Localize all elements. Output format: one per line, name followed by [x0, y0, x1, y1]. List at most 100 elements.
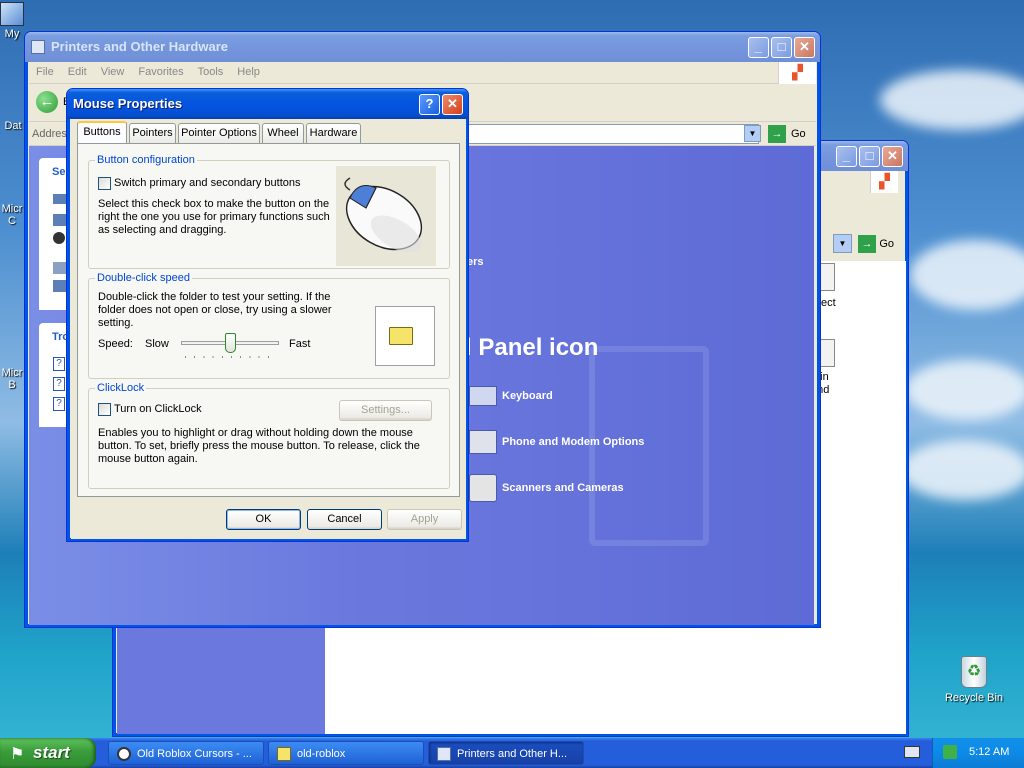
windows-logo-icon: ▞ — [778, 62, 816, 84]
computer-icon — [0, 2, 24, 26]
main-window-titlebar[interactable]: Printers and Other Hardware _ □ ✕ — [25, 32, 820, 62]
system-tray: 5:12 AM — [932, 738, 1024, 768]
desktop-icon-microsoft-1[interactable]: Micr C — [0, 203, 24, 227]
windows-logo-icon: ▞ — [870, 171, 898, 193]
close-icon[interactable]: ✕ — [794, 37, 815, 58]
desktop-icon-microsoft-2[interactable]: Micr B — [0, 367, 24, 391]
clicklock-checkbox[interactable] — [98, 403, 111, 416]
desktop-icon-data[interactable]: Dat — [2, 120, 24, 132]
taskbar-item-roblox-cursors[interactable]: Old Roblox Cursors - ... — [108, 741, 264, 765]
dialog-titlebar[interactable]: Mouse Properties ? ✕ — [67, 89, 468, 119]
tab-wheel[interactable]: Wheel — [262, 123, 304, 143]
tab-page-buttons: Button configuration Switch primary and … — [77, 143, 460, 497]
mouse-image-icon — [344, 177, 423, 253]
folder-icon[interactable] — [389, 327, 413, 345]
apply-button[interactable]: Apply — [387, 509, 462, 530]
checkbox-label[interactable]: Turn on ClickLock — [114, 403, 202, 416]
tab-pointer-options[interactable]: Pointer Options — [178, 123, 260, 143]
menu-edit[interactable]: Edit — [61, 62, 94, 82]
start-button[interactable]: ⚑ start — [0, 738, 96, 768]
menu-help[interactable]: Help — [230, 62, 267, 82]
button-config-description: Select this check box to make the button… — [98, 198, 330, 236]
item-label[interactable]: ect — [821, 297, 836, 310]
close-icon[interactable]: ✕ — [882, 146, 903, 167]
tab-hardware[interactable]: Hardware — [306, 123, 361, 143]
cancel-button[interactable]: Cancel — [307, 509, 382, 530]
address-dropdown-icon[interactable]: ▼ — [744, 125, 761, 142]
menu-view[interactable]: View — [94, 62, 132, 82]
task-icon — [53, 214, 67, 226]
menu-favorites[interactable]: Favorites — [131, 62, 190, 82]
folder-icon — [277, 747, 291, 761]
button-configuration-group: Button configuration Switch primary and … — [88, 154, 450, 269]
menu-file[interactable]: File — [29, 62, 61, 82]
go-label[interactable]: Go — [791, 128, 806, 141]
slow-label: Slow — [145, 338, 169, 350]
recycle-bin-icon: ♻ — [961, 656, 987, 688]
panel-section-title: Se — [52, 166, 66, 178]
task-icon — [53, 262, 67, 274]
maximize-icon[interactable]: □ — [771, 37, 792, 58]
windows-flag-icon: ⚑ — [10, 746, 25, 763]
speed-label: Speed: — [98, 338, 133, 350]
menu-tools[interactable]: Tools — [191, 62, 231, 82]
scanner-camera-icon — [469, 474, 497, 502]
panel-icon-heading: l Panel icon — [465, 334, 599, 361]
group-caption: Double-click speed — [95, 272, 192, 284]
desktop-icon-label: Dat — [4, 120, 22, 132]
clicklock-group: ClickLock Turn on ClickLock Settings... … — [88, 382, 450, 489]
group-caption: Button configuration — [95, 154, 197, 166]
checkbox-label[interactable]: Switch primary and secondary buttons — [114, 177, 300, 190]
cp-item-keyboard[interactable]: Keyboard — [502, 390, 553, 402]
close-icon[interactable]: ✕ — [442, 94, 463, 115]
phone-modem-icon — [469, 430, 497, 454]
keyboard-tray-icon[interactable] — [904, 746, 920, 758]
help-icon[interactable]: ? — [53, 377, 65, 391]
cloud — [900, 440, 1024, 500]
taskbar-item-old-roblox[interactable]: old-roblox — [268, 741, 424, 765]
desktop-icon-label: Micr B — [1, 367, 23, 391]
slider-ticks — [185, 356, 277, 358]
minimize-icon[interactable]: _ — [748, 37, 769, 58]
printer-icon — [437, 747, 451, 761]
printer-icon — [31, 40, 45, 54]
help-icon[interactable]: ? — [419, 94, 440, 115]
tab-buttons[interactable]: Buttons — [77, 121, 127, 143]
switch-buttons-checkbox[interactable] — [98, 177, 111, 190]
go-label[interactable]: Go — [879, 238, 894, 250]
start-label: start — [33, 743, 70, 762]
help-icon[interactable]: ? — [53, 397, 65, 411]
test-folder-area[interactable] — [375, 306, 435, 366]
keyboard-icon — [469, 386, 497, 406]
address-dropdown-icon[interactable]: ▼ — [833, 234, 852, 253]
desktop-icon-recycle-bin[interactable]: ♻ Recycle Bin — [942, 656, 1006, 704]
tray-app-icon[interactable] — [943, 745, 957, 759]
go-arrow-icon[interactable]: → — [858, 235, 876, 253]
tab-strip: Buttons Pointers Pointer Options Wheel H… — [74, 121, 464, 145]
mouse-properties-dialog[interactable]: Mouse Properties ? ✕ Buttons Pointers Po… — [66, 88, 469, 542]
settings-button[interactable]: Settings... — [339, 400, 432, 421]
task-icon — [53, 194, 67, 204]
tab-pointers[interactable]: Pointers — [129, 123, 176, 143]
taskbar-item-printers[interactable]: Printers and Other H... — [428, 741, 584, 765]
browser-icon — [117, 747, 131, 761]
minimize-icon[interactable]: _ — [836, 146, 857, 167]
clock[interactable]: 5:12 AM — [969, 746, 1009, 758]
desktop-icon-label: My — [4, 28, 20, 40]
maximize-icon[interactable]: □ — [859, 146, 880, 167]
dialog-body: Buttons Pointers Pointer Options Wheel H… — [71, 119, 466, 539]
speed-slider-thumb[interactable] — [225, 333, 236, 353]
ok-button[interactable]: OK — [226, 509, 301, 530]
cloud — [910, 240, 1024, 310]
taskbar: ⚑ start Old Roblox Cursors - ... old-rob… — [0, 738, 1024, 768]
go-arrow-icon[interactable]: → — [768, 125, 786, 143]
cp-item-scanners-cameras[interactable]: Scanners and Cameras — [502, 482, 624, 494]
cp-item-phone-modem[interactable]: Phone and Modem Options — [502, 436, 644, 448]
desktop-icon-label: Recycle Bin — [944, 692, 1004, 704]
help-icon[interactable]: ? — [53, 357, 65, 371]
dialog-title: Mouse Properties — [73, 96, 183, 111]
task-icon — [53, 280, 67, 292]
desktop-icon-my-computer[interactable]: My — [0, 2, 24, 40]
window-title: Printers and Other Hardware — [51, 39, 228, 54]
back-arrow-icon[interactable]: ← — [36, 91, 58, 113]
